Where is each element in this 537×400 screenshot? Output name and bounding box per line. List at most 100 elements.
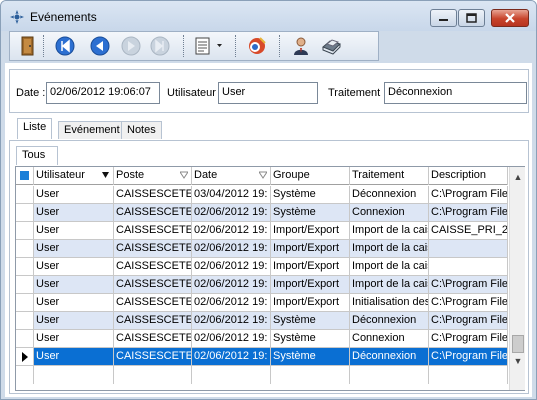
cell-traitement[interactable]: Déconnexion <box>350 312 429 330</box>
cell-groupe[interactable]: Import/Export <box>271 276 350 294</box>
cell-utilisateur[interactable]: User <box>34 312 114 330</box>
cell-description[interactable] <box>429 240 508 258</box>
table-row[interactable]: User CAISSESCETE(02/06/2012 19: Import/Exp… <box>16 294 508 312</box>
user-field[interactable]: User <box>218 82 318 104</box>
close-button[interactable] <box>491 9 529 27</box>
cell-description[interactable]: C:\Program Files <box>429 312 508 330</box>
cell-poste[interactable]: CAISSESCETE( <box>114 204 192 222</box>
col-header-description[interactable]: Description <box>429 167 508 185</box>
cell-description[interactable]: C:\Program Files <box>429 186 508 204</box>
cell-date[interactable]: 02/06/2012 19: <box>192 204 271 222</box>
tab-notes[interactable]: Notes <box>121 121 162 139</box>
cell-traitement[interactable]: Import de la caiss <box>350 276 429 294</box>
col-header-poste[interactable]: Poste <box>114 167 192 185</box>
cell-date[interactable]: 02/06/2012 19: <box>192 348 271 366</box>
table-row[interactable]: User CAISSESCETE(02/06/2012 19: Import/Exp… <box>16 276 508 294</box>
table-row[interactable]: User CAISSESCETE(02/06/2012 19: Import/Exp… <box>16 258 508 276</box>
cell-poste[interactable]: CAISSESCETE( <box>114 222 192 240</box>
cell-traitement[interactable]: Connexion <box>350 330 429 348</box>
col-header-traitement[interactable]: Traitement <box>350 167 429 185</box>
cell-traitement[interactable]: Import de la caiss <box>350 258 429 276</box>
row-selector[interactable] <box>16 186 34 204</box>
col-header-groupe[interactable]: Groupe <box>271 167 350 185</box>
cell-date[interactable]: 02/06/2012 19: <box>192 312 271 330</box>
cell-poste[interactable]: CAISSESCETE( <box>114 348 192 366</box>
previous-record-icon[interactable] <box>89 35 111 57</box>
row-selector[interactable] <box>16 276 34 294</box>
cell-groupe[interactable]: Import/Export <box>271 258 350 276</box>
cell-description[interactable]: C:\Program Files <box>429 348 508 366</box>
col-header-utilisateur[interactable]: Utilisateur <box>34 167 114 185</box>
scroll-down-button[interactable]: ▼ <box>510 353 526 369</box>
row-selector[interactable] <box>16 204 34 222</box>
cell-traitement[interactable]: Déconnexion <box>350 186 429 204</box>
cell-groupe[interactable]: Système <box>271 330 350 348</box>
next-record-icon[interactable] <box>120 35 142 57</box>
cell-utilisateur[interactable]: User <box>34 204 114 222</box>
table-row[interactable]: User CAISSESCETE(02/06/2012 19: Import/Exp… <box>16 240 508 258</box>
cell-groupe[interactable]: Import/Export <box>271 294 350 312</box>
cell-poste[interactable]: CAISSESCETE( <box>114 276 192 294</box>
cell-utilisateur[interactable]: User <box>34 222 114 240</box>
table-row[interactable]: User CAISSESCETE(02/06/2012 19: Système Déc… <box>16 348 508 366</box>
row-selector[interactable] <box>16 330 34 348</box>
display-icon[interactable] <box>246 35 268 57</box>
report-menu-icon[interactable] <box>193 35 225 57</box>
cell-traitement[interactable]: Initialisation des <box>350 294 429 312</box>
first-record-icon[interactable] <box>54 35 76 57</box>
cell-date[interactable]: 02/06/2012 19: <box>192 222 271 240</box>
maximize-button[interactable] <box>458 9 485 27</box>
row-selector[interactable] <box>16 312 34 330</box>
cell-description[interactable]: C:\Program Files <box>429 330 508 348</box>
select-all-corner[interactable] <box>16 167 34 185</box>
table-row[interactable]: User CAISSESCETE(02/06/2012 19: Import/Exp… <box>16 222 508 240</box>
table-row[interactable]: User CAISSESCETE(02/06/2012 19: Système Déc… <box>16 312 508 330</box>
cell-poste[interactable]: CAISSESCETE( <box>114 186 192 204</box>
row-selector[interactable] <box>16 240 34 258</box>
user-icon[interactable] <box>290 35 312 57</box>
cell-utilisateur[interactable]: User <box>34 276 114 294</box>
cell-date[interactable]: 02/06/2012 19: <box>192 330 271 348</box>
table-row[interactable]: User CAISSESCETE(02/06/2012 19: Système Con… <box>16 330 508 348</box>
cell-utilisateur[interactable]: User <box>34 330 114 348</box>
cell-description[interactable]: C:\Program Files <box>429 276 508 294</box>
cell-date[interactable]: 02/06/2012 19: <box>192 276 271 294</box>
cell-groupe[interactable]: Import/Export <box>271 222 350 240</box>
cell-utilisateur[interactable]: User <box>34 348 114 366</box>
cell-description[interactable] <box>429 258 508 276</box>
cell-poste[interactable]: CAISSESCETE( <box>114 258 192 276</box>
date-field[interactable]: 02/06/2012 19:06:07 <box>46 82 160 104</box>
cell-description[interactable]: CAISSE_PRI_20 <box>429 222 508 240</box>
exit-icon[interactable] <box>16 35 38 57</box>
cell-groupe[interactable]: Système <box>271 186 350 204</box>
cell-groupe[interactable]: Import/Export <box>271 240 350 258</box>
cell-date[interactable]: 02/06/2012 19: <box>192 294 271 312</box>
cell-utilisateur[interactable]: User <box>34 186 114 204</box>
scroll-up-button[interactable]: ▲ <box>510 169 526 185</box>
cell-date[interactable]: 02/06/2012 19: <box>192 240 271 258</box>
treatment-field[interactable]: Déconnexion <box>384 82 527 104</box>
cell-poste[interactable]: CAISSESCETE( <box>114 312 192 330</box>
cell-date[interactable]: 02/06/2012 19: <box>192 258 271 276</box>
row-selector[interactable] <box>16 258 34 276</box>
cell-description[interactable]: C:\Program Files <box>429 204 508 222</box>
cell-date[interactable]: 03/04/2012 19: <box>192 186 271 204</box>
row-selector[interactable] <box>16 222 34 240</box>
tab-liste[interactable]: Liste <box>17 118 53 139</box>
table-row[interactable]: User CAISSESCETE(03/04/2012 19: Système Déc… <box>16 186 508 204</box>
cell-utilisateur[interactable]: User <box>34 240 114 258</box>
tab-evenement[interactable]: Evénement <box>58 121 126 139</box>
cell-groupe[interactable]: Système <box>271 348 350 366</box>
cell-traitement[interactable]: Connexion <box>350 204 429 222</box>
subtab-tous[interactable]: Tous <box>16 146 58 165</box>
last-record-icon[interactable] <box>149 35 171 57</box>
table-row[interactable]: User CAISSESCETE(02/06/2012 19: Système Con… <box>16 204 508 222</box>
cell-poste[interactable]: CAISSESCETE( <box>114 240 192 258</box>
cell-groupe[interactable]: Système <box>271 312 350 330</box>
cell-traitement[interactable]: Déconnexion <box>350 348 429 366</box>
cell-groupe[interactable]: Système <box>271 204 350 222</box>
cell-poste[interactable]: CAISSESCETE( <box>114 330 192 348</box>
cell-traitement[interactable]: Import de la caiss <box>350 222 429 240</box>
scroll-thumb[interactable] <box>512 335 524 353</box>
minimize-button[interactable] <box>430 9 457 27</box>
